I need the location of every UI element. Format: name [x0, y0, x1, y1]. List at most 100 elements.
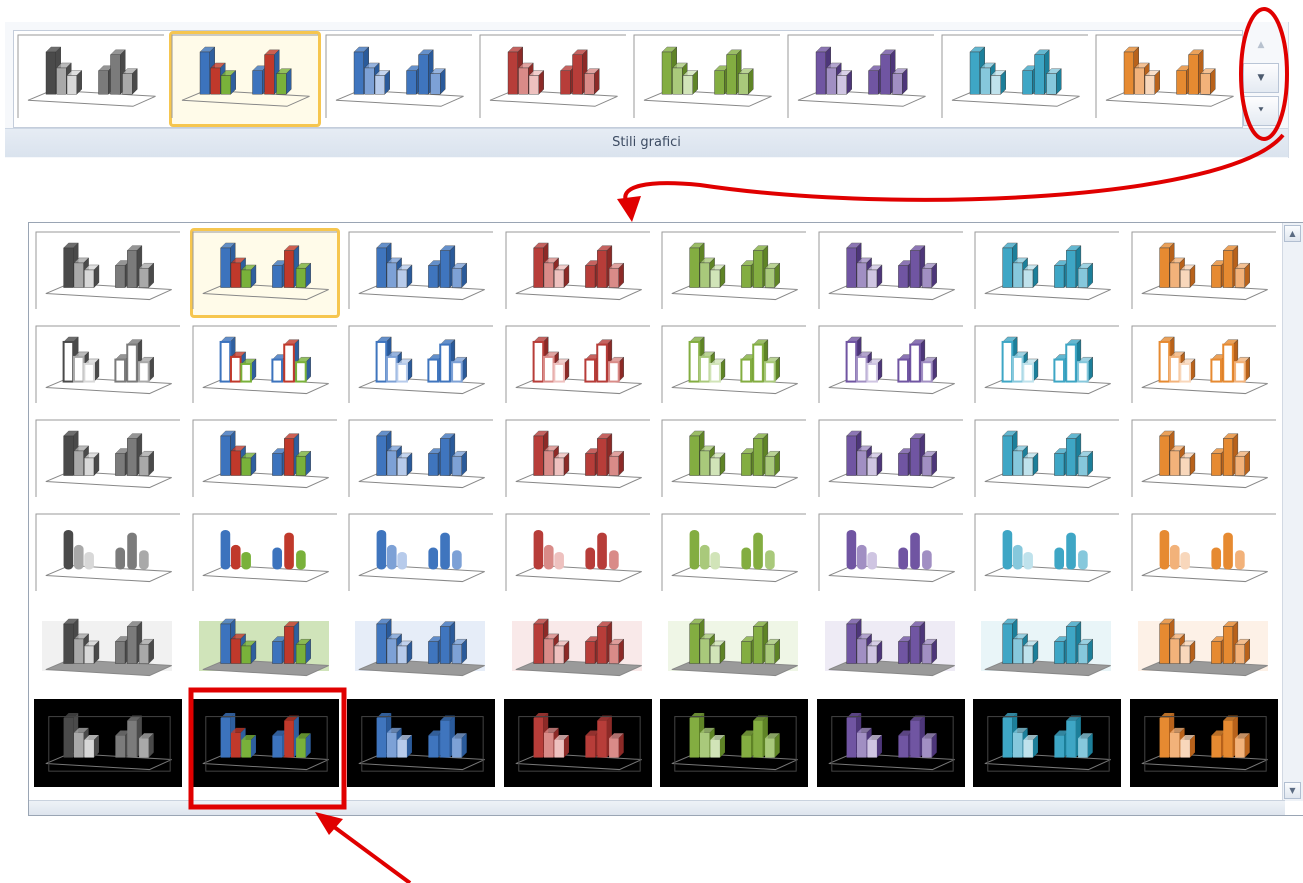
chart-style-thumb[interactable]: [973, 605, 1121, 693]
chart-style-thumb[interactable]: [347, 699, 495, 787]
gallery-scroll-up-button[interactable]: ▲: [1243, 30, 1279, 60]
chart-style-preview-icon: [17, 34, 164, 118]
chart-style-thumb[interactable]: [817, 417, 965, 505]
chart-style-thumb[interactable]: [660, 323, 808, 411]
chart-style-thumb[interactable]: [34, 417, 182, 505]
gallery-resize-footer[interactable]: [29, 800, 1285, 815]
chart-style-thumb[interactable]: [660, 605, 808, 693]
chart-style-preview-icon: [974, 513, 1119, 591]
chart-style-thumb[interactable]: [34, 323, 182, 411]
chart-style-thumb[interactable]: [34, 511, 182, 599]
chart-style-thumb[interactable]: [169, 31, 321, 127]
chart-style-preview-icon: [192, 419, 337, 497]
chart-style-thumb[interactable]: [660, 229, 808, 317]
chart-styles-gallery-row: [13, 30, 1243, 128]
chevron-down-icon: ▼: [1257, 73, 1265, 83]
chart-style-preview-icon: [974, 419, 1119, 497]
chart-style-preview-icon: [35, 513, 180, 591]
chart-style-thumb[interactable]: [817, 229, 965, 317]
chart-style-thumb[interactable]: [1130, 229, 1278, 317]
chart-style-preview-icon: [503, 699, 652, 787]
chart-style-preview-icon: [35, 325, 180, 403]
chart-style-thumb[interactable]: [1094, 32, 1244, 126]
chart-style-preview-icon: [505, 231, 650, 309]
chart-style-thumb[interactable]: [817, 511, 965, 599]
chart-style-preview-icon: [348, 325, 493, 403]
chart-style-thumb[interactable]: [347, 605, 495, 693]
chart-style-thumb[interactable]: [34, 605, 182, 693]
chart-style-thumb[interactable]: [504, 229, 652, 317]
chart-style-preview-icon: [818, 513, 963, 591]
chart-style-thumb[interactable]: [504, 511, 652, 599]
chart-style-thumb[interactable]: [1130, 605, 1278, 693]
chart-style-thumb[interactable]: [191, 417, 339, 505]
chart-style-preview-icon: [974, 325, 1119, 403]
pointer-arrow-annotation: [320, 816, 412, 883]
chart-style-thumb[interactable]: [973, 417, 1121, 505]
gallery-scroll-down-button[interactable]: ▼: [1243, 63, 1279, 93]
chart-style-thumb[interactable]: [660, 511, 808, 599]
chevron-up-icon: ▲: [1257, 40, 1265, 50]
chart-style-thumb[interactable]: [1130, 417, 1278, 505]
chart-styles-ribbon-group: ▲ ▼ ⯆ Stili grafici: [5, 22, 1289, 158]
chart-style-thumb[interactable]: [191, 605, 339, 693]
chart-style-preview-icon: [1131, 513, 1276, 591]
chart-style-thumb[interactable]: [660, 417, 808, 505]
chart-style-thumb[interactable]: [478, 32, 628, 126]
chart-style-preview-icon: [325, 34, 472, 118]
chart-style-preview-icon: [973, 699, 1121, 787]
chart-style-thumb[interactable]: [189, 228, 340, 318]
chart-style-thumb[interactable]: [34, 699, 182, 787]
chart-style-thumb[interactable]: [191, 323, 339, 411]
chart-style-thumb[interactable]: [1130, 323, 1278, 411]
chart-style-thumb[interactable]: [190, 699, 339, 787]
scroll-down-button[interactable]: ▼: [1284, 782, 1301, 799]
chart-style-preview-icon: [34, 699, 182, 787]
chart-style-thumb[interactable]: [347, 323, 495, 411]
chart-style-preview-icon: [1137, 618, 1268, 677]
chart-styles-expanded-gallery: ▲ ▼: [28, 222, 1303, 816]
chart-style-thumb[interactable]: [504, 417, 652, 505]
chart-style-thumb[interactable]: [973, 229, 1121, 317]
chart-style-preview-icon: [192, 231, 337, 309]
chart-style-thumb[interactable]: [817, 605, 965, 693]
chart-style-preview-icon: [348, 419, 493, 497]
chart-style-thumb[interactable]: [816, 699, 965, 787]
chart-style-thumb[interactable]: [973, 511, 1121, 599]
gallery-more-button[interactable]: ⯆: [1243, 96, 1279, 126]
chart-style-preview-icon: [660, 699, 808, 787]
chart-style-thumb[interactable]: [504, 605, 652, 693]
chart-style-preview-icon: [974, 231, 1119, 309]
chart-style-thumb[interactable]: [347, 511, 495, 599]
chart-style-preview-icon: [1131, 325, 1276, 403]
chart-style-preview-icon: [192, 513, 337, 591]
chart-style-thumb[interactable]: [973, 323, 1121, 411]
chart-style-thumb[interactable]: [973, 699, 1121, 787]
chart-style-thumb[interactable]: [817, 323, 965, 411]
chart-style-thumb[interactable]: [191, 511, 339, 599]
chart-style-thumb[interactable]: [347, 229, 495, 317]
chart-style-thumb[interactable]: [504, 323, 652, 411]
chart-style-thumb[interactable]: [1129, 699, 1278, 787]
chart-style-preview-icon: [787, 34, 934, 118]
chart-style-preview-icon: [348, 513, 493, 591]
group-caption: Stili grafici: [5, 128, 1288, 157]
scroll-up-button[interactable]: ▲: [1284, 225, 1301, 242]
chart-style-thumb[interactable]: [1130, 511, 1278, 599]
chart-style-thumb[interactable]: [660, 699, 808, 787]
chart-style-preview-icon: [505, 513, 650, 591]
chevron-up-icon: ▲: [1289, 229, 1296, 238]
chart-style-preview-icon: [35, 231, 180, 309]
chart-style-preview-icon: [1131, 231, 1276, 309]
chart-style-thumb[interactable]: [786, 32, 936, 126]
chart-style-thumb[interactable]: [16, 32, 166, 126]
gallery-scrollbar[interactable]: ▲ ▼: [1282, 223, 1303, 801]
chart-style-thumb[interactable]: [503, 699, 652, 787]
chart-style-preview-icon: [505, 419, 650, 497]
chart-style-preview-icon: [192, 325, 337, 403]
chart-style-thumb[interactable]: [632, 32, 782, 126]
chart-style-thumb[interactable]: [940, 32, 1090, 126]
chart-style-thumb[interactable]: [347, 417, 495, 505]
chart-style-thumb[interactable]: [324, 32, 474, 126]
chart-style-thumb[interactable]: [34, 229, 182, 317]
